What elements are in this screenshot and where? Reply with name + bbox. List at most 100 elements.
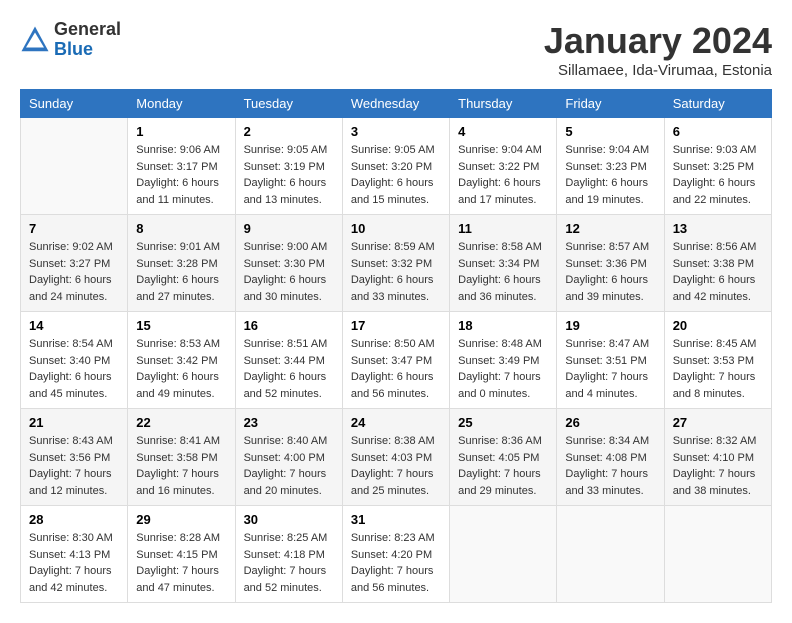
calendar-cell: 14 Sunrise: 8:54 AMSunset: 3:40 PMDayligh…: [21, 312, 128, 409]
calendar-week-row: 21Sunrise: 8:43 AMSunset: 3:56 PMDayligh…: [21, 409, 772, 506]
logo-blue-text: Blue: [54, 40, 121, 60]
calendar-cell: 30 Sunrise: 8:25 AMSunset: 4:18 PMDayligh…: [235, 506, 342, 603]
calendar-cell: 15 Sunrise: 8:53 AMSunset: 3:42 PMDayligh…: [128, 312, 235, 409]
weekday-header-sunday: Sunday: [21, 90, 128, 118]
day-info: Sunrise: 8:58 AMSunset: 3:34 PMDaylight:…: [458, 239, 548, 305]
day-info: Sunrise: 8:54 AMSunset: 3:40 PMDaylight:…: [29, 336, 119, 402]
calendar-cell: 2 Sunrise: 9:05 AMSunset: 3:19 PMDaylight…: [235, 118, 342, 215]
calendar-cell: 1 Sunrise: 9:06 AMSunset: 3:17 PMDaylight…: [128, 118, 235, 215]
calendar-cell: 9 Sunrise: 9:00 AMSunset: 3:30 PMDaylight…: [235, 215, 342, 312]
day-number: 6: [673, 124, 763, 139]
day-number: 10: [351, 221, 441, 236]
day-number: 1: [136, 124, 226, 139]
day-info: Sunrise: 9:03 AMSunset: 3:25 PMDaylight:…: [673, 142, 763, 208]
day-number: 8: [136, 221, 226, 236]
day-number: 22: [136, 415, 226, 430]
calendar-cell: 5Sunrise: 9:04 AMSunset: 3:23 PMDaylight…: [557, 118, 664, 215]
calendar-cell: 26 Sunrise: 8:34 AMSunset: 4:08 PMDayligh…: [557, 409, 664, 506]
logo: General Blue: [20, 20, 121, 60]
day-number: 18: [458, 318, 548, 333]
calendar-cell: 11 Sunrise: 8:58 AMSunset: 3:34 PMDayligh…: [450, 215, 557, 312]
day-info: Sunrise: 8:45 AMSunset: 3:53 PMDaylight:…: [673, 336, 763, 402]
calendar-week-row: 7Sunrise: 9:02 AMSunset: 3:27 PMDaylight…: [21, 215, 772, 312]
calendar-cell: [664, 506, 771, 603]
day-number: 26: [565, 415, 655, 430]
day-number: 20: [673, 318, 763, 333]
weekday-header-monday: Monday: [128, 90, 235, 118]
calendar-cell: 21Sunrise: 8:43 AMSunset: 3:56 PMDayligh…: [21, 409, 128, 506]
calendar-cell: 23 Sunrise: 8:40 AMSunset: 4:00 PMDayligh…: [235, 409, 342, 506]
month-title: January 2024: [544, 20, 772, 62]
day-number: 28: [29, 512, 119, 527]
calendar-cell: 10 Sunrise: 8:59 AMSunset: 3:32 PMDayligh…: [342, 215, 449, 312]
calendar-cell: [557, 506, 664, 603]
day-number: 17: [351, 318, 441, 333]
calendar-cell: 19Sunrise: 8:47 AMSunset: 3:51 PMDayligh…: [557, 312, 664, 409]
day-number: 9: [244, 221, 334, 236]
logo-icon: [20, 25, 50, 55]
day-number: 24: [351, 415, 441, 430]
day-info: Sunrise: 8:36 AMSunset: 4:05 PMDaylight:…: [458, 433, 548, 499]
day-number: 23: [244, 415, 334, 430]
day-info: Sunrise: 8:59 AMSunset: 3:32 PMDaylight:…: [351, 239, 441, 305]
day-info: Sunrise: 8:57 AMSunset: 3:36 PMDaylight:…: [565, 239, 655, 305]
day-info: Sunrise: 8:25 AMSunset: 4:18 PMDaylight:…: [244, 530, 334, 596]
calendar-cell: 12 Sunrise: 8:57 AMSunset: 3:36 PMDayligh…: [557, 215, 664, 312]
day-number: 21: [29, 415, 119, 430]
calendar-week-row: 28Sunrise: 8:30 AMSunset: 4:13 PMDayligh…: [21, 506, 772, 603]
day-info: Sunrise: 9:01 AMSunset: 3:28 PMDaylight:…: [136, 239, 226, 305]
calendar-week-row: 1 Sunrise: 9:06 AMSunset: 3:17 PMDaylight…: [21, 118, 772, 215]
calendar-cell: 16Sunrise: 8:51 AMSunset: 3:44 PMDayligh…: [235, 312, 342, 409]
calendar-cell: 6 Sunrise: 9:03 AMSunset: 3:25 PMDaylight…: [664, 118, 771, 215]
day-number: 27: [673, 415, 763, 430]
day-info: Sunrise: 9:04 AMSunset: 3:22 PMDaylight:…: [458, 142, 548, 208]
day-number: 30: [244, 512, 334, 527]
day-number: 14: [29, 318, 119, 333]
day-info: Sunrise: 9:05 AMSunset: 3:19 PMDaylight:…: [244, 142, 334, 208]
day-number: 11: [458, 221, 548, 236]
weekday-header-saturday: Saturday: [664, 90, 771, 118]
day-info: Sunrise: 8:32 AMSunset: 4:10 PMDaylight:…: [673, 433, 763, 499]
day-info: Sunrise: 8:56 AMSunset: 3:38 PMDaylight:…: [673, 239, 763, 305]
day-info: Sunrise: 8:28 AMSunset: 4:15 PMDaylight:…: [136, 530, 226, 596]
day-info: Sunrise: 9:05 AMSunset: 3:20 PMDaylight:…: [351, 142, 441, 208]
page-header: General Blue January 2024 Sillamaee, Ida…: [20, 20, 772, 79]
calendar-cell: 7Sunrise: 9:02 AMSunset: 3:27 PMDaylight…: [21, 215, 128, 312]
day-number: 12: [565, 221, 655, 236]
day-number: 5: [565, 124, 655, 139]
day-info: Sunrise: 8:41 AMSunset: 3:58 PMDaylight:…: [136, 433, 226, 499]
calendar-cell: 28Sunrise: 8:30 AMSunset: 4:13 PMDayligh…: [21, 506, 128, 603]
calendar-cell: [21, 118, 128, 215]
day-number: 2: [244, 124, 334, 139]
day-info: Sunrise: 8:34 AMSunset: 4:08 PMDaylight:…: [565, 433, 655, 499]
day-number: 31: [351, 512, 441, 527]
day-info: Sunrise: 8:40 AMSunset: 4:00 PMDaylight:…: [244, 433, 334, 499]
day-info: Sunrise: 8:38 AMSunset: 4:03 PMDaylight:…: [351, 433, 441, 499]
weekday-header-row: SundayMondayTuesdayWednesdayThursdayFrid…: [21, 90, 772, 118]
calendar-cell: 13Sunrise: 8:56 AMSunset: 3:38 PMDayligh…: [664, 215, 771, 312]
day-info: Sunrise: 8:53 AMSunset: 3:42 PMDaylight:…: [136, 336, 226, 402]
calendar-cell: [450, 506, 557, 603]
calendar-cell: 20 Sunrise: 8:45 AMSunset: 3:53 PMDayligh…: [664, 312, 771, 409]
calendar-cell: 17Sunrise: 8:50 AMSunset: 3:47 PMDayligh…: [342, 312, 449, 409]
calendar-cell: 3Sunrise: 9:05 AMSunset: 3:20 PMDaylight…: [342, 118, 449, 215]
day-info: Sunrise: 8:48 AMSunset: 3:49 PMDaylight:…: [458, 336, 548, 402]
title-block: January 2024 Sillamaee, Ida-Virumaa, Est…: [544, 20, 772, 79]
location: Sillamaee, Ida-Virumaa, Estonia: [544, 62, 772, 79]
weekday-header-tuesday: Tuesday: [235, 90, 342, 118]
day-number: 7: [29, 221, 119, 236]
calendar-cell: 24 Sunrise: 8:38 AMSunset: 4:03 PMDayligh…: [342, 409, 449, 506]
weekday-header-wednesday: Wednesday: [342, 90, 449, 118]
calendar-cell: 4Sunrise: 9:04 AMSunset: 3:22 PMDaylight…: [450, 118, 557, 215]
day-info: Sunrise: 9:00 AMSunset: 3:30 PMDaylight:…: [244, 239, 334, 305]
day-number: 15: [136, 318, 226, 333]
day-info: Sunrise: 9:06 AMSunset: 3:17 PMDaylight:…: [136, 142, 226, 208]
calendar-cell: 22 Sunrise: 8:41 AMSunset: 3:58 PMDayligh…: [128, 409, 235, 506]
calendar-cell: 25Sunrise: 8:36 AMSunset: 4:05 PMDayligh…: [450, 409, 557, 506]
calendar-cell: 29Sunrise: 8:28 AMSunset: 4:15 PMDayligh…: [128, 506, 235, 603]
weekday-header-thursday: Thursday: [450, 90, 557, 118]
logo-general-text: General: [54, 20, 121, 40]
calendar-table: SundayMondayTuesdayWednesdayThursdayFrid…: [20, 89, 772, 603]
day-info: Sunrise: 8:51 AMSunset: 3:44 PMDaylight:…: [244, 336, 334, 402]
calendar-cell: 31Sunrise: 8:23 AMSunset: 4:20 PMDayligh…: [342, 506, 449, 603]
